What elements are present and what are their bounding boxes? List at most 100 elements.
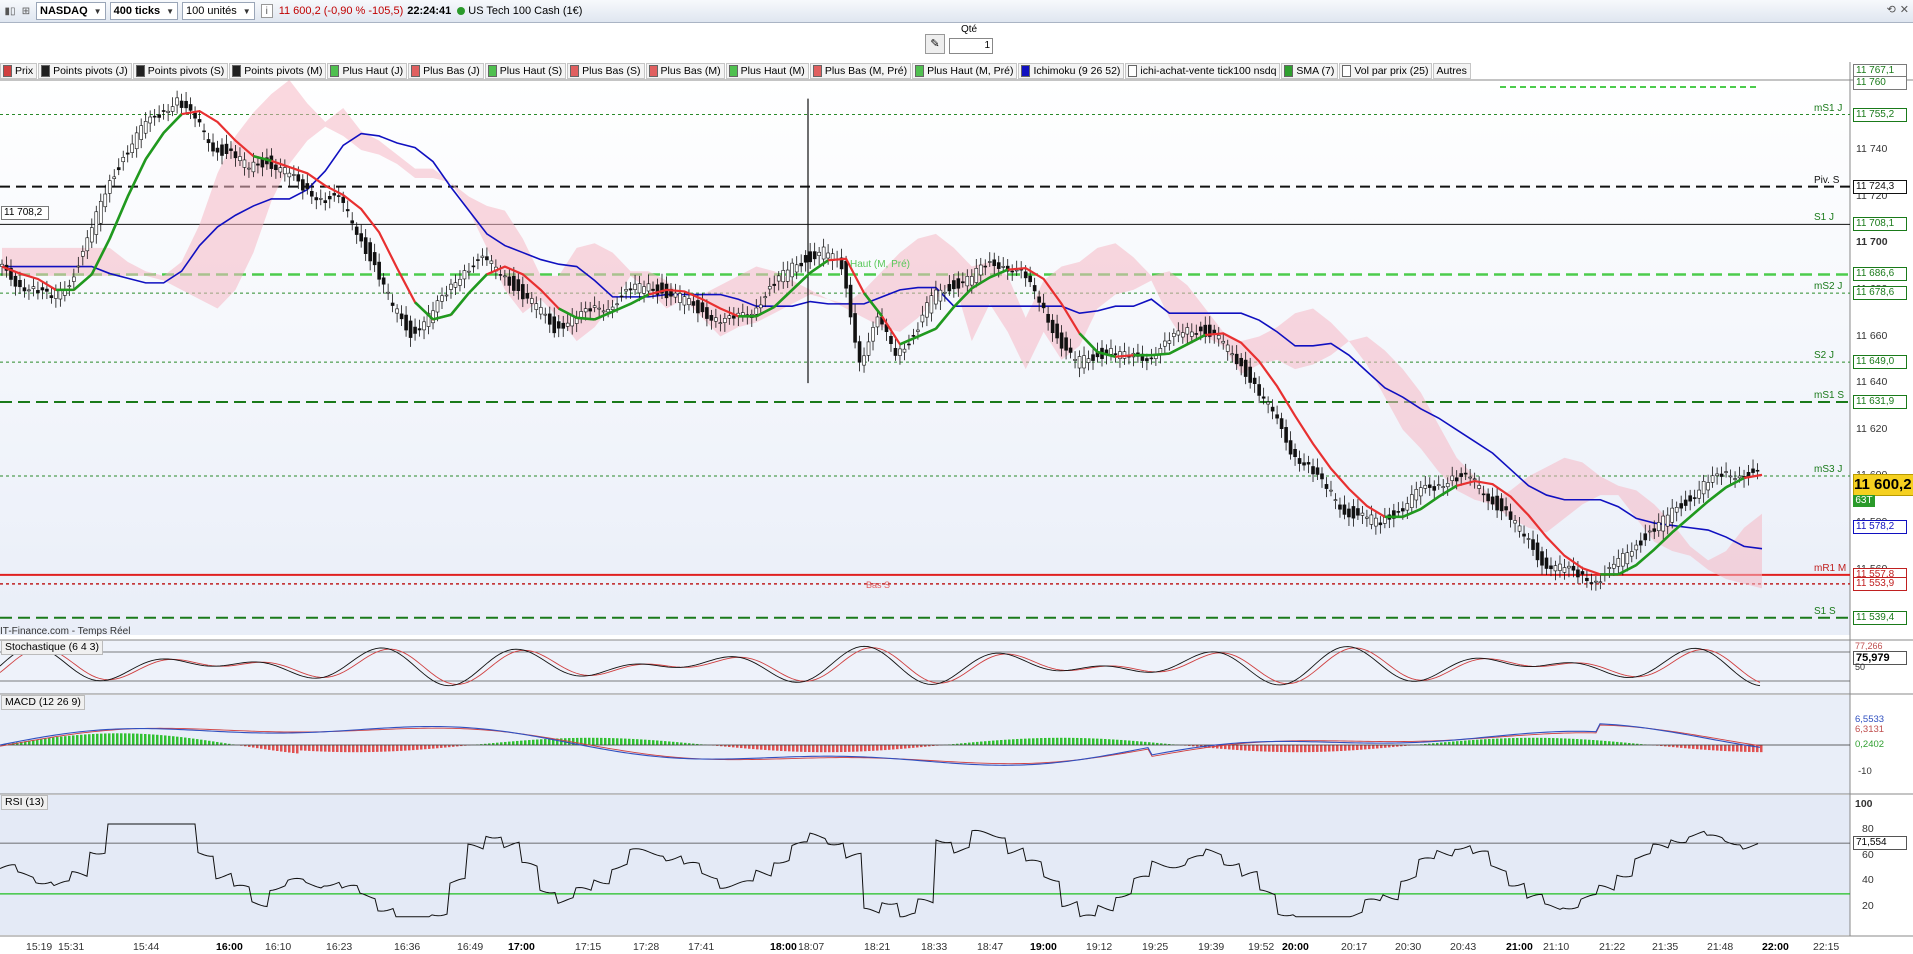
macd-histogram-bar — [796, 745, 799, 752]
macd-histogram-bar — [856, 745, 859, 752]
macd-histogram-bar — [1556, 738, 1559, 745]
macd-histogram-bar — [116, 733, 119, 745]
legend-item[interactable]: Prix — [0, 63, 38, 79]
legend-item[interactable]: Plus Bas (J) — [408, 63, 484, 79]
candle-body — [1086, 358, 1091, 363]
candle-body — [1526, 538, 1531, 540]
legend-item[interactable]: Plus Haut (J) — [327, 63, 408, 79]
macd-histogram-bar — [1360, 745, 1363, 750]
legend-item[interactable]: Plus Bas (M) — [645, 63, 725, 79]
legend-item[interactable]: Points pivots (S) — [132, 63, 229, 79]
candle-body — [179, 100, 184, 108]
legend-item[interactable]: Points pivots (M) — [229, 63, 327, 79]
candle-body — [359, 233, 363, 242]
macd-histogram-bar — [396, 745, 399, 752]
candle-body — [776, 275, 781, 282]
macd-histogram-bar — [376, 745, 379, 752]
macd-histogram-bar — [60, 736, 63, 745]
candle-body — [821, 246, 826, 260]
macd-histogram-bar — [748, 745, 751, 749]
candle-body — [696, 300, 700, 314]
macd-histogram-bar — [508, 741, 511, 745]
macd-histogram-bar — [1584, 739, 1587, 745]
legend-item[interactable]: SMA (7) — [1281, 63, 1339, 79]
candle-body — [1612, 563, 1616, 569]
macd-histogram-bar — [872, 745, 875, 751]
macd-histogram-bar — [812, 745, 815, 753]
macd-histogram-bar — [644, 739, 647, 745]
candle-body — [1733, 478, 1737, 480]
candle-body — [1243, 359, 1248, 377]
candle-body — [1149, 357, 1154, 360]
legend-item[interactable]: Plus Bas (S) — [567, 63, 645, 79]
legend-item[interactable]: Plus Haut (M, Pré) — [912, 63, 1018, 79]
macd-histogram-bar — [516, 740, 519, 745]
candle-body — [1073, 358, 1077, 361]
candle-body — [1701, 481, 1706, 495]
candle-body — [1652, 528, 1657, 532]
macd-histogram-bar — [1092, 738, 1095, 745]
level-value-box: 11 578,2 — [1853, 520, 1907, 535]
macd-histogram-bar — [1252, 745, 1255, 752]
macd-histogram-bar — [1568, 738, 1571, 745]
macd-histogram-bar — [512, 741, 515, 745]
macd-histogram-bar — [676, 742, 679, 745]
candle-body — [413, 326, 417, 334]
macd-histogram-bar — [1588, 739, 1591, 745]
current-price-sub: 63T — [1853, 495, 1875, 507]
candle-body — [1342, 504, 1347, 515]
legend-item[interactable]: ichi-achat-vente tick100 nsdq — [1125, 63, 1281, 79]
macd-histogram-bar — [72, 735, 75, 745]
time-tick: 19:52 — [1248, 941, 1275, 953]
macd-histogram-bar — [100, 733, 103, 745]
macd-histogram-bar — [1036, 738, 1039, 745]
candle-body — [1450, 475, 1455, 481]
macd-histogram-bar — [1060, 737, 1063, 745]
legend-item[interactable]: Vol par prix (25) — [1339, 63, 1433, 79]
candle-body — [1567, 565, 1571, 569]
macd-histogram-bar — [52, 737, 55, 745]
candle-body — [929, 295, 934, 314]
macd-histogram-bar — [1608, 741, 1611, 745]
haut-label: Haut (M, Pré) — [850, 259, 911, 270]
macd-histogram-bar — [1616, 741, 1619, 745]
macd-histogram-bar — [1284, 745, 1287, 753]
legend-item[interactable]: Plus Haut (S) — [484, 63, 567, 79]
candle-body — [1616, 558, 1621, 567]
legend-item[interactable]: Autres — [1433, 63, 1471, 79]
macd-histogram-bar — [1088, 738, 1091, 745]
candle-body — [1077, 356, 1082, 369]
candle-body — [978, 264, 983, 276]
macd-histogram-bar — [628, 738, 631, 745]
candle-body — [503, 275, 507, 278]
macd-histogram-bar — [1452, 741, 1455, 745]
macd-histogram-bar — [68, 735, 71, 745]
candle-body — [1598, 581, 1603, 584]
candle-body — [1535, 542, 1540, 561]
candle-body — [633, 283, 637, 290]
macd-histogram-bar — [372, 745, 375, 752]
macd-histogram-bar — [612, 738, 615, 745]
candle-body — [1396, 511, 1401, 513]
level-value-box: 11 755,2 — [1853, 107, 1907, 122]
legend-item[interactable]: Plus Bas (M, Pré) — [809, 63, 912, 79]
candle-body — [1634, 544, 1639, 551]
candle-body — [1445, 483, 1450, 488]
macd-histogram-bar — [1380, 745, 1383, 749]
candle-body — [1490, 496, 1495, 505]
candle-body — [1647, 530, 1652, 533]
legend-item[interactable]: Ichimoku (9 26 52) — [1018, 63, 1125, 79]
macd-histogram-bar — [1340, 745, 1343, 751]
legend-item[interactable]: Points pivots (J) — [38, 63, 132, 79]
macd-histogram-bar — [1376, 745, 1379, 749]
candle-body — [628, 288, 633, 291]
candle-body — [790, 262, 795, 278]
macd-histogram-bar — [316, 745, 319, 752]
candle-body — [700, 302, 705, 313]
candle-body — [462, 270, 467, 280]
legend-item[interactable]: Plus Haut (M) — [725, 63, 809, 79]
legend-swatch-icon — [1021, 65, 1031, 77]
macd-histogram-bar — [268, 745, 271, 750]
chart-canvas[interactable] — [0, 0, 1913, 954]
candle-body — [67, 285, 72, 288]
